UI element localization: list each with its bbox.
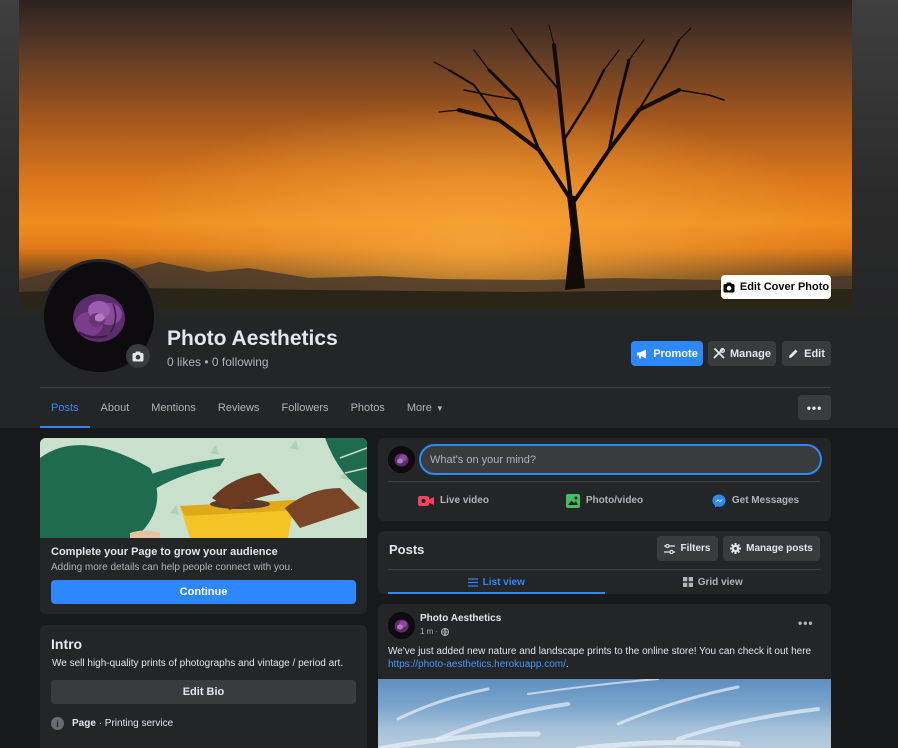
promote-button[interactable]: Promote: [631, 341, 703, 366]
rose-image: [388, 612, 415, 639]
continue-button[interactable]: Continue: [51, 580, 356, 604]
tab-followers[interactable]: Followers: [270, 388, 339, 428]
manage-label: Manage: [730, 347, 771, 360]
category-label: Page: [72, 718, 96, 729]
composer-avatar[interactable]: [388, 446, 415, 473]
caret-down-icon: ▼: [435, 403, 444, 413]
post-meta: 1 m ·: [420, 627, 450, 636]
tab-label: More: [406, 402, 432, 414]
post-author-avatar[interactable]: [388, 612, 415, 639]
edit-cover-photo-button[interactable]: Edit Cover Photo: [721, 275, 831, 299]
tab-label: Followers: [281, 402, 329, 414]
photo-video-label: Photo/video: [585, 495, 644, 506]
cover-photo[interactable]: [19, 0, 852, 310]
list-view-label: List view: [482, 576, 525, 588]
manage-posts-label: Manage posts: [746, 543, 813, 554]
tab-more[interactable]: More ▼: [396, 388, 455, 428]
complete-page-card: Complete your Page to grow your audience…: [40, 438, 367, 614]
filter-sliders-icon: [664, 543, 676, 554]
megaphone-icon: [637, 349, 647, 358]
post-author-name[interactable]: Photo Aesthetics: [420, 613, 501, 624]
tab-mentions[interactable]: Mentions: [140, 388, 207, 428]
tab-posts[interactable]: Posts: [40, 388, 90, 428]
view-toggle: List view Grid view: [388, 569, 821, 594]
intro-card: Intro We sell high-quality prints of pho…: [40, 625, 367, 748]
tab-reviews[interactable]: Reviews: [207, 388, 271, 428]
post-card: Photo Aesthetics 1 m · ••• We've just ad…: [378, 604, 831, 748]
photo-video-button[interactable]: Photo/video: [529, 488, 680, 513]
globe-icon: [441, 627, 450, 636]
edit-label: Edit: [804, 347, 825, 360]
more-options-button[interactable]: •••: [798, 395, 831, 420]
page-tabs: Posts About Mentions Reviews Followers P…: [40, 388, 455, 428]
live-video-label: Live video: [440, 495, 489, 506]
rose-image: [388, 446, 415, 473]
tab-label: Photos: [350, 402, 385, 414]
live-video-icon: [418, 495, 435, 506]
tab-label: Mentions: [151, 402, 196, 414]
composer-divider: [388, 481, 820, 482]
page-title: Photo Aesthetics: [167, 327, 338, 350]
filters-button[interactable]: Filters: [657, 536, 718, 561]
photo-icon: [565, 493, 580, 508]
edit-page-button[interactable]: Edit: [782, 341, 831, 366]
list-view-tab[interactable]: List view: [388, 570, 605, 594]
sky-photo: [378, 679, 820, 748]
grid-icon: [682, 577, 693, 587]
update-profile-picture-button[interactable]: [126, 344, 150, 368]
live-video-button[interactable]: Live video: [378, 488, 529, 513]
composer-actions: Live video Photo/video Get Messages: [378, 488, 831, 513]
tools-icon: [713, 347, 725, 358]
post-link[interactable]: https://photo-aesthetics.herokuapp.com/: [388, 659, 566, 670]
edit-bio-button[interactable]: Edit Bio: [51, 680, 356, 704]
tab-label: About: [100, 402, 130, 414]
messenger-icon: [712, 494, 726, 507]
manage-button[interactable]: Manage: [708, 341, 776, 366]
gear-icon: [730, 543, 742, 554]
tab-label: Posts: [51, 402, 79, 414]
page-category: Page · Printing service: [72, 718, 173, 729]
manage-posts-button[interactable]: Manage posts: [723, 536, 820, 561]
ellipsis-icon: •••: [806, 400, 823, 415]
get-messages-button[interactable]: Get Messages: [680, 488, 831, 513]
pencil-icon: [789, 349, 798, 358]
whats-on-your-mind-input[interactable]: [419, 444, 822, 475]
post-timestamp[interactable]: 1 m ·: [420, 627, 438, 636]
cover-photo-image: [19, 0, 852, 310]
get-messages-label: Get Messages: [731, 495, 800, 506]
ellipsis-icon: •••: [798, 616, 814, 630]
grid-view-tab[interactable]: Grid view: [605, 570, 822, 594]
promote-label: Promote: [653, 347, 698, 360]
post-image[interactable]: [378, 679, 831, 748]
promo-subtitle: Adding more details can help people conn…: [51, 562, 293, 573]
camera-icon: [723, 282, 735, 292]
tab-about[interactable]: About: [90, 388, 141, 428]
filters-label: Filters: [680, 543, 711, 554]
grid-view-label: Grid view: [697, 576, 743, 588]
edit-cover-photo-label: Edit Cover Photo: [739, 281, 830, 293]
post-body-end: .: [565, 659, 569, 670]
info-icon: i: [51, 717, 64, 730]
watering-can-illustration: [40, 438, 367, 538]
tab-label: Reviews: [217, 402, 260, 414]
page-category-row: i Page · Printing service: [51, 717, 173, 730]
post-body: We've just added new nature and landscap…: [388, 646, 812, 657]
category-value: · Printing service: [95, 718, 174, 729]
camera-icon: [132, 351, 144, 361]
posts-title: Posts: [389, 542, 425, 557]
posts-header-card: Posts Filters Manage posts List view Gri…: [378, 531, 831, 594]
list-icon: [467, 577, 478, 587]
intro-bio-text: We sell high-quality prints of photograp…: [52, 658, 344, 669]
promo-title: Complete your Page to grow your audience: [51, 546, 278, 558]
promo-illustration: [40, 438, 367, 538]
post-options-button[interactable]: •••: [798, 616, 814, 630]
intro-title: Intro: [51, 636, 83, 652]
page-stats: 0 likes • 0 following: [167, 355, 269, 369]
tab-photos[interactable]: Photos: [340, 388, 396, 428]
post-text: We've just added new nature and landscap…: [388, 645, 818, 671]
